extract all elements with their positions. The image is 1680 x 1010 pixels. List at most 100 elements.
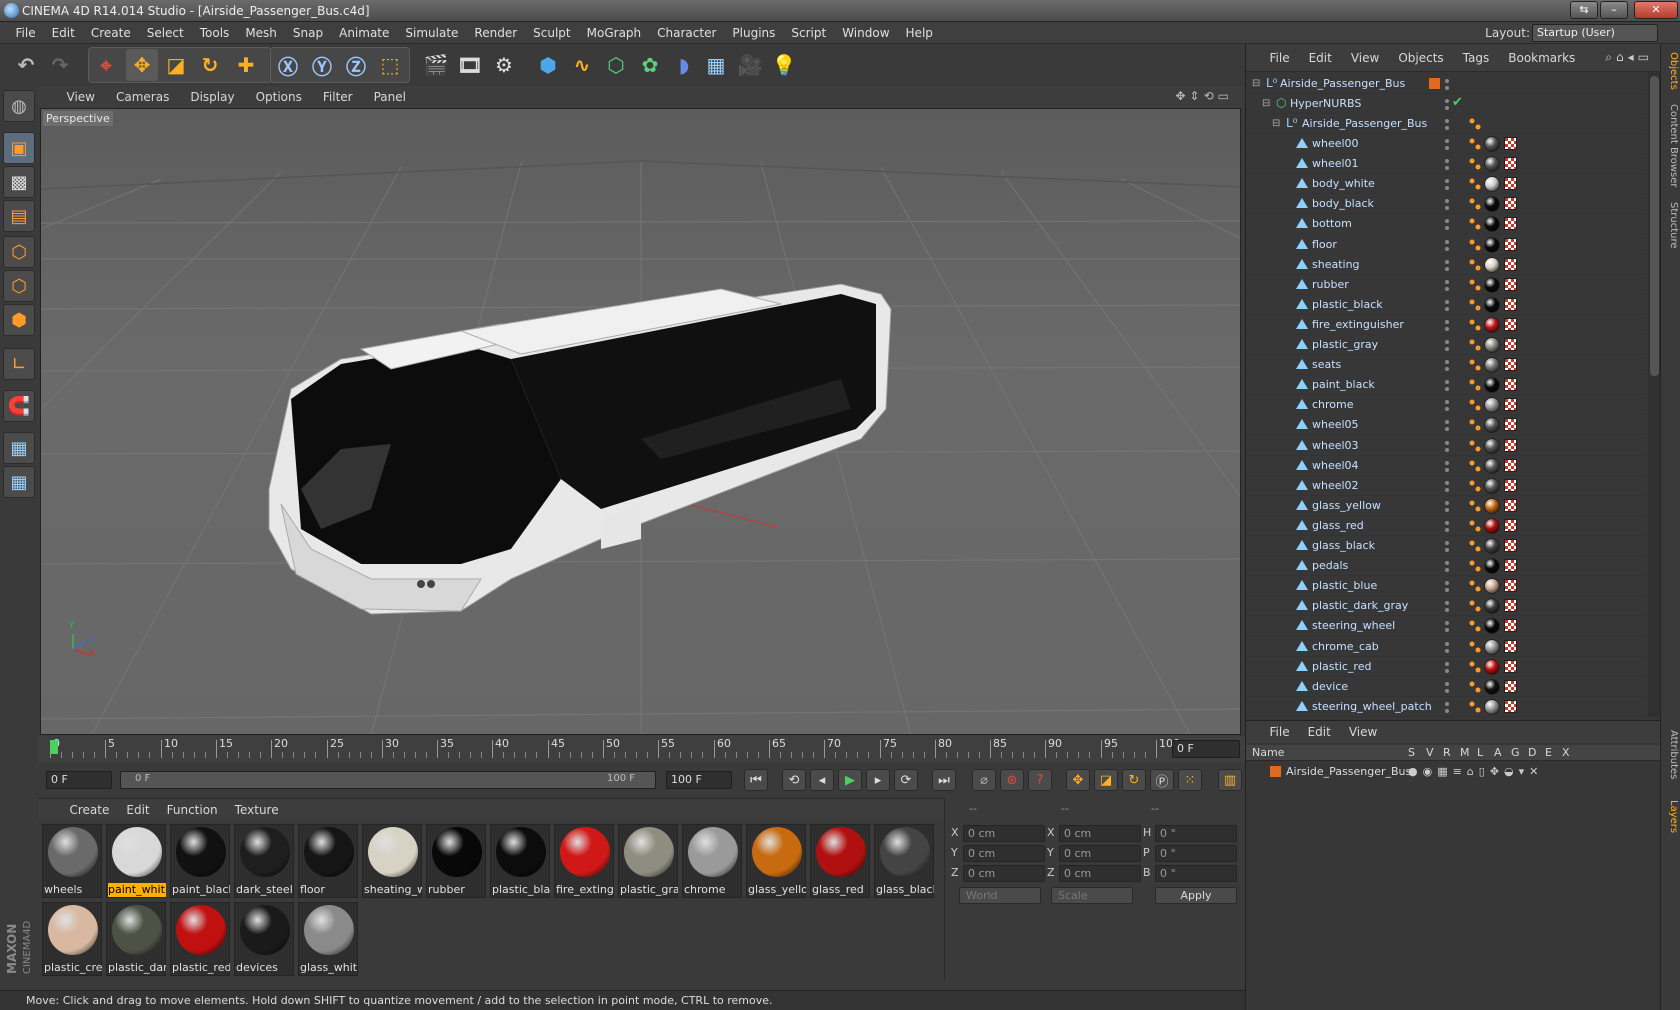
uvw-tag-icon[interactable] (1504, 177, 1517, 191)
material-tag-icon[interactable] (1484, 397, 1500, 414)
visibility-dots[interactable] (1444, 299, 1466, 311)
key-scale-icon[interactable]: ◪ (1094, 769, 1118, 791)
floor-scene-icon[interactable]: ▦ (700, 49, 732, 81)
layer-col-x[interactable]: X (1562, 746, 1570, 759)
layer-col-s[interactable]: S (1408, 746, 1415, 759)
phong-tag-icon[interactable] (1469, 259, 1481, 271)
key-pla-icon[interactable]: ⁙ (1178, 769, 1202, 791)
nurbs-icon[interactable]: ⬡ (600, 49, 632, 81)
scrollbar-thumb[interactable] (1650, 76, 1659, 376)
menu-tools[interactable]: Tools (192, 22, 238, 44)
object-row[interactable]: steering_wheel_patch (1246, 697, 1646, 717)
help-keys-icon[interactable]: ? (1028, 769, 1052, 791)
tab-attributes[interactable]: Attributes (1663, 730, 1679, 779)
object-row[interactable]: pedals (1246, 556, 1646, 577)
visibility-dots[interactable] (1444, 359, 1466, 372)
phong-tag-icon[interactable] (1469, 661, 1481, 673)
size-mode-select[interactable]: Scale (1051, 887, 1133, 904)
current-frame-field[interactable]: 0 F (1172, 740, 1240, 758)
menu-window[interactable]: Window (834, 22, 897, 44)
render-picture-viewer-icon[interactable]: 🎞 (454, 49, 486, 81)
axis-mode-icon[interactable]: ∟ (3, 348, 35, 380)
material-tag-icon[interactable] (1484, 497, 1500, 514)
uvw-tag-icon[interactable] (1504, 418, 1517, 432)
material-swatch[interactable]: dark_steel (234, 824, 294, 898)
layer-col-l[interactable]: L (1477, 746, 1483, 759)
render-settings-icon[interactable]: ⚙ (488, 49, 520, 81)
uvw-tag-icon[interactable] (1504, 518, 1517, 532)
material-tag-icon[interactable] (1484, 417, 1500, 434)
object-row[interactable]: chrome (1246, 395, 1646, 416)
layer-menu-file[interactable]: File (1260, 721, 1298, 743)
phong-tag-icon[interactable] (1469, 178, 1481, 190)
visibility-dots[interactable] (1444, 158, 1466, 171)
uvw-tag-icon[interactable] (1504, 679, 1517, 693)
locked-workplane-icon[interactable]: ▦ (3, 466, 35, 498)
menu-help[interactable]: Help (898, 22, 941, 44)
object-row[interactable]: rubber (1246, 275, 1646, 295)
menu-character[interactable]: Character (649, 22, 724, 44)
viewport-menu-filter[interactable]: Filter (312, 86, 363, 108)
visibility-dots[interactable] (1444, 620, 1466, 633)
phong-tag-icon[interactable] (1469, 600, 1481, 612)
uvw-tag-icon[interactable] (1504, 539, 1517, 552)
uvw-tag-icon[interactable] (1504, 157, 1517, 171)
object-row[interactable]: glass_red (1246, 516, 1646, 536)
object-menu-bookmarks[interactable]: Bookmarks (1498, 44, 1584, 72)
timeline-window-icon[interactable]: ▥ (1218, 769, 1242, 791)
visibility-dots[interactable] (1444, 339, 1466, 351)
phong-tag-icon[interactable] (1469, 218, 1481, 230)
visibility-dots[interactable] (1444, 279, 1466, 291)
uvw-tag-icon[interactable] (1504, 458, 1517, 472)
size-x-field[interactable]: 0 cm (1059, 825, 1141, 842)
material-swatch[interactable]: plastic_bla (490, 824, 550, 898)
key-position-icon[interactable]: ✥ (1066, 769, 1090, 791)
uvw-tag-icon[interactable] (1504, 559, 1517, 573)
uvw-tag-icon[interactable] (1504, 297, 1517, 311)
coordinate-system-icon[interactable]: ⬚ (374, 49, 406, 81)
phong-tag-icon[interactable] (1469, 399, 1481, 411)
material-tag-icon[interactable] (1484, 156, 1500, 173)
collapse-icon[interactable]: ⊟ (1262, 98, 1270, 109)
phong-tag-icon[interactable] (1469, 359, 1481, 371)
size-y-field[interactable]: 0 cm (1059, 845, 1141, 862)
menu-edit[interactable]: Edit (44, 22, 83, 44)
timeline-ruler[interactable]: 0510152025303540455055606570758085909510… (38, 736, 1245, 762)
prev-key-icon[interactable]: ⟲ (782, 769, 806, 791)
layer-col-a[interactable]: A (1494, 746, 1502, 759)
phong-tag-icon[interactable] (1469, 560, 1481, 572)
end-frame-field[interactable]: 100 F (666, 771, 732, 789)
object-row-group[interactable]: ⊟ L⁰ Airside_Passenger_Bus (1246, 114, 1646, 134)
material-swatch[interactable]: plastic_red (170, 902, 230, 976)
object-row[interactable]: plastic_black (1246, 295, 1646, 315)
uvw-tag-icon[interactable] (1504, 478, 1517, 492)
play-icon[interactable]: ▶ (838, 769, 862, 791)
visibility-dots[interactable] (1444, 78, 1466, 90)
material-tag-icon[interactable] (1484, 256, 1500, 273)
uvw-tag-icon[interactable] (1504, 659, 1517, 673)
rot-h-field[interactable]: 0 ° (1155, 825, 1237, 842)
material-tag-icon[interactable] (1484, 236, 1500, 253)
visibility-dots[interactable] (1444, 178, 1466, 191)
polygons-mode-icon[interactable]: ⬢ (3, 304, 35, 336)
material-swatch[interactable]: chrome (682, 824, 742, 898)
material-tag-icon[interactable] (1484, 658, 1500, 675)
visibility-dots[interactable] (1444, 399, 1466, 412)
layer-flag-icons[interactable]: ●◉▦≡⌂▯✥◒▾✕ (1408, 765, 1543, 778)
uvw-tag-icon[interactable] (1504, 338, 1517, 351)
viewport-menu-view[interactable]: View (56, 86, 105, 108)
layer-col-g[interactable]: G (1511, 746, 1520, 759)
object-menu-file[interactable]: File (1260, 44, 1299, 72)
recent-tool-icon[interactable]: ✚ (230, 49, 262, 81)
deformer-icon[interactable]: ◗ (668, 49, 700, 81)
pos-z-field[interactable]: 0 cm (963, 865, 1045, 882)
phong-tag-icon[interactable] (1469, 520, 1481, 532)
phong-tag-icon[interactable] (1469, 279, 1481, 291)
phong-tag-icon[interactable] (1469, 500, 1481, 512)
visibility-dots[interactable] (1444, 641, 1466, 653)
uvw-tag-icon[interactable] (1504, 438, 1517, 452)
minimize-button[interactable]: – (1600, 1, 1628, 19)
material-tag-icon[interactable] (1484, 337, 1500, 353)
uvw-tag-icon[interactable] (1504, 699, 1517, 713)
material-swatch[interactable]: glass_whit (298, 902, 358, 976)
